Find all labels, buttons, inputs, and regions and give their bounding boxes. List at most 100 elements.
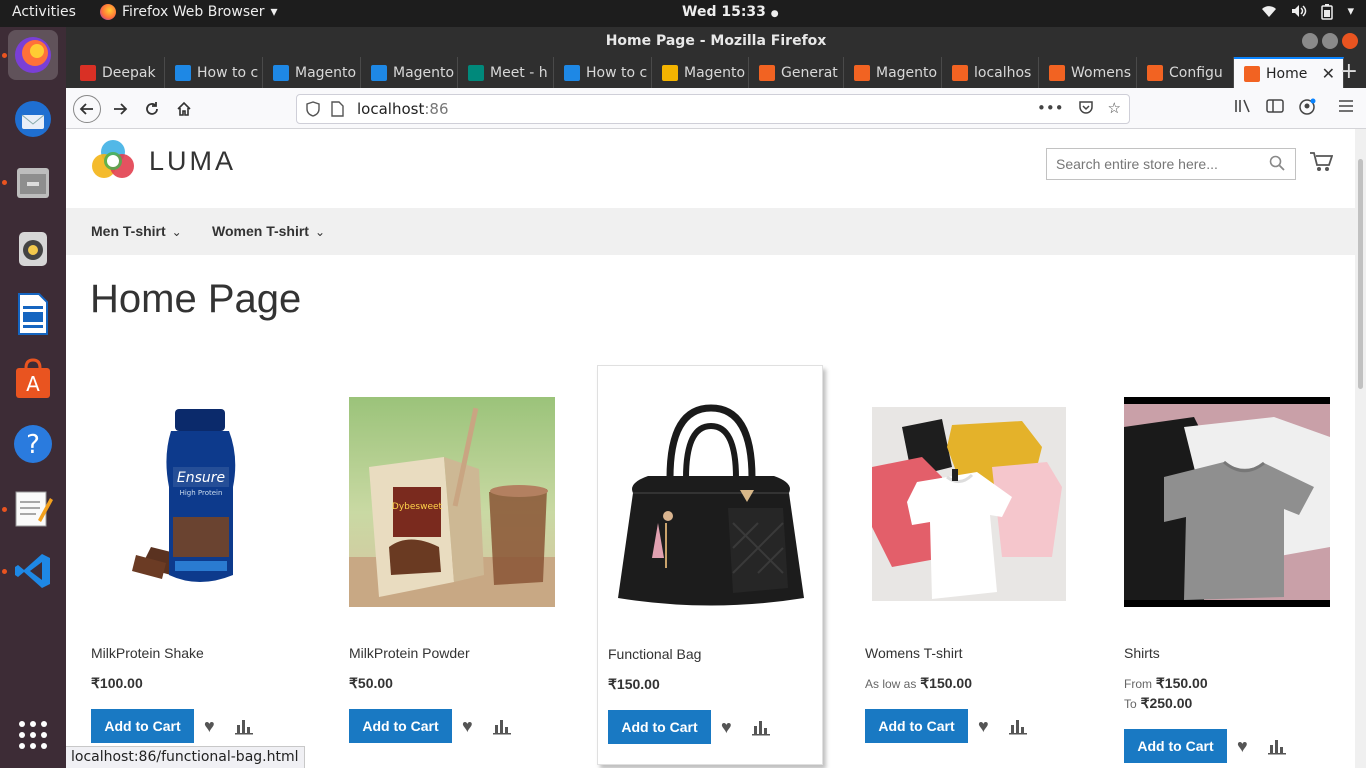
dock-rhythmbox[interactable] [8,223,58,273]
page-title: Home Page [90,277,302,321]
tab-11[interactable]: Womens [1039,57,1137,88]
add-to-cart-button[interactable]: Add to Cart [608,710,711,744]
stack-icon [564,64,580,81]
tab-4[interactable]: Magento [361,57,458,88]
tab-5[interactable]: Meet - h [458,57,554,88]
clock[interactable]: Wed 15:33 ● [682,4,779,20]
heart-icon[interactable]: ♥ [1237,737,1255,755]
bookmark-star-icon[interactable]: ☆ [1108,99,1121,119]
magento-icon [854,64,870,81]
tab-label: Magento [295,64,357,81]
close-window-button[interactable] [1342,33,1358,49]
dock-vscode[interactable] [8,546,58,596]
sidebar-icon[interactable] [1266,98,1284,118]
dock-text-editor[interactable] [8,482,58,532]
software-icon: A [16,358,50,398]
tab-7[interactable]: Magento [652,57,749,88]
tab-10[interactable]: localhos [942,57,1039,88]
dock-writer[interactable] [8,289,58,339]
tab-8[interactable]: Generat [749,57,844,88]
page-actions-icon[interactable]: ••• [1037,99,1064,119]
svg-text:Dybesweet: Dybesweet [392,502,443,512]
menu-item-women-tshirt[interactable]: Women T-shirt ⌄ [212,223,325,239]
product-image-protein-shake[interactable]: Ensure High Protein [91,397,297,607]
new-tab-button[interactable]: + [1340,59,1358,84]
product-image-shirts[interactable] [1124,397,1330,607]
product-name[interactable]: MilkProtein Powder [349,645,470,661]
product-image-handbag[interactable] [608,398,814,608]
dock-files[interactable] [8,157,58,207]
url-bar[interactable]: localhost:86 ••• ☆ [296,94,1130,124]
page-info-icon[interactable] [331,101,344,121]
minimize-button[interactable] [1302,33,1318,49]
heart-icon[interactable]: ♥ [462,717,480,735]
heart-icon[interactable]: ♥ [721,718,739,736]
page-scrollbar[interactable] [1355,129,1366,768]
product-card[interactable]: Dybesweet MilkProtein Powder ₹50.00 Add … [349,365,575,765]
price-label: From [1124,677,1152,691]
product-name[interactable]: Functional Bag [608,646,701,662]
home-button[interactable] [170,95,198,123]
tab-label: Configu [1169,64,1223,81]
svg-text:?: ? [26,430,40,460]
tab-2[interactable]: How to c [165,57,263,88]
forward-button[interactable] [106,95,134,123]
stack-icon [371,64,387,81]
store-logo[interactable]: LUMA [91,139,236,183]
tab-1[interactable]: Deepak [70,57,165,88]
add-to-cart-button[interactable]: Add to Cart [349,709,452,743]
compare-icon[interactable] [1268,737,1286,755]
chevron-down-icon: ▾ [270,4,278,20]
search-input[interactable]: Search entire store here... [1046,148,1296,180]
product-card[interactable]: Shirts From ₹150.00 To ₹250.00 Add to Ca… [1124,365,1334,765]
url-text[interactable]: localhost:86 [357,100,448,118]
dock-show-apps[interactable] [8,710,58,760]
close-tab-icon[interactable]: ✕ [1322,64,1335,83]
dock-help[interactable]: ? [8,419,58,469]
compare-icon[interactable] [752,718,770,736]
compare-icon[interactable] [1009,717,1027,735]
search-icon[interactable] [1269,155,1285,175]
reload-button[interactable] [138,95,166,123]
menu-item-men-tshirt[interactable]: Men T-shirt ⌄ [91,223,182,239]
system-tray[interactable]: ▾ [1261,4,1354,24]
shield-icon[interactable] [306,101,320,121]
chevron-down-icon: ⌄ [314,225,326,239]
back-button[interactable] [73,95,101,123]
product-price: ₹150.00 [608,676,660,693]
cart-icon[interactable] [1309,151,1334,179]
scrollbar-thumb[interactable] [1358,159,1363,389]
add-to-cart-button[interactable]: Add to Cart [91,709,194,743]
product-image-protein-powder[interactable]: Dybesweet [349,397,555,607]
heart-icon[interactable]: ♥ [204,717,222,735]
product-name[interactable]: Womens T-shirt [865,645,963,661]
dock: A ? [0,27,66,768]
dock-firefox[interactable] [8,30,58,80]
tab-6[interactable]: How to c [554,57,652,88]
account-icon[interactable] [1298,98,1316,120]
activities-button[interactable]: Activities [12,4,76,20]
product-image-womens-tshirts[interactable] [872,407,1066,601]
hamburger-menu-icon[interactable] [1338,98,1354,118]
product-card[interactable]: Womens T-shirt As low as ₹150.00 Add to … [865,365,1091,765]
compare-icon[interactable] [493,717,511,735]
tab-12[interactable]: Configu [1137,57,1234,88]
add-to-cart-button[interactable]: Add to Cart [1124,729,1227,763]
app-menu[interactable]: Firefox Web Browser ▾ [100,4,278,20]
maximize-button[interactable] [1322,33,1338,49]
product-card[interactable]: Ensure High Protein MilkProtein Shake ₹1… [91,365,317,765]
dock-software[interactable]: A [8,354,58,404]
product-card[interactable]: Functional Bag ₹150.00 Add to Cart ♥ [597,365,823,765]
heart-icon[interactable]: ♥ [978,717,996,735]
library-icon[interactable] [1234,98,1252,118]
tab-3[interactable]: Magento [263,57,361,88]
product-name[interactable]: Shirts [1124,645,1160,661]
running-indicator [2,507,7,512]
dock-thunderbird[interactable] [8,94,58,144]
add-to-cart-button[interactable]: Add to Cart [865,709,968,743]
pocket-icon[interactable] [1078,99,1094,119]
tab-9[interactable]: Magento [844,57,942,88]
product-name[interactable]: MilkProtein Shake [91,645,204,661]
tab-13[interactable]: Home ✕ [1234,57,1344,88]
compare-icon[interactable] [235,717,253,735]
